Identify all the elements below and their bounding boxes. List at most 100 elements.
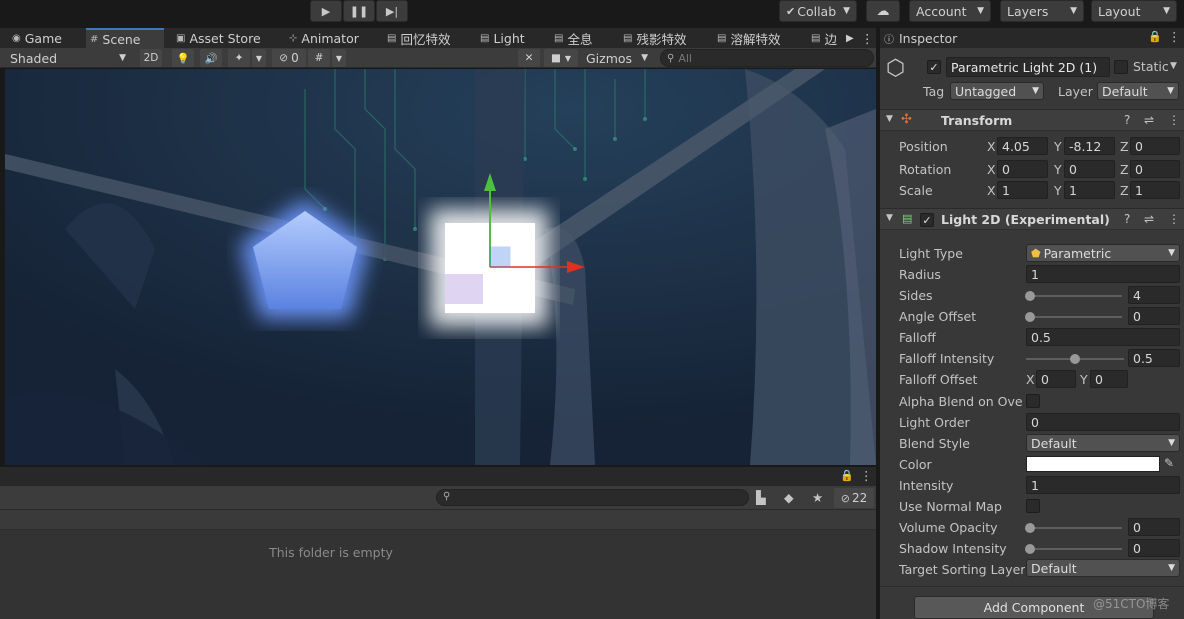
2d-toggle-button[interactable]: 2D [140,49,162,67]
use-normal-map-checkbox[interactable] [1026,499,1040,513]
rotation-y-input[interactable]: 0 [1064,160,1115,178]
caret-down-icon[interactable]: ▼ [1170,61,1177,71]
play-button[interactable]: ▶ [310,0,342,22]
filter-by-label-icon[interactable]: ◆ [784,490,794,505]
volume-opacity-slider-knob[interactable] [1025,523,1035,533]
eyedropper-icon[interactable]: ✎ [1164,456,1174,470]
shading-mode-label: Shaded [10,50,58,66]
shadow-intensity-input[interactable]: 0 [1128,539,1180,557]
grid-toggle-button[interactable]: # [308,49,330,67]
camera-dropdown[interactable]: ■ ▼ [544,49,578,67]
scene-toolbar: Shaded ▼ 2D 💡 🔊 ✦ ▼ ⊘ 0 # ▼ ✕ ■ ▼ Gizmos … [0,48,876,68]
caret-down-icon: ▼ [641,53,648,63]
help-icon[interactable]: ? [1124,113,1130,127]
filter-by-type-icon[interactable]: ▙ [756,490,766,505]
light2d-component-header[interactable]: ▼ ▤ ✓ Light 2D (Experimental) ? ⇌ ⋮ [880,208,1184,230]
falloff-offset-x-input[interactable]: 0 [1036,370,1076,388]
step-button[interactable]: ▶| [376,0,408,22]
angle-offset-slider-knob[interactable] [1025,312,1035,322]
account-label: Account [916,3,967,19]
effects-toggle-button[interactable]: ✦ [228,49,250,67]
angle-offset-slider[interactable] [1030,316,1122,318]
transform-component-header[interactable]: ▼ ✣ Transform ? ⇌ ⋮ [880,109,1184,131]
sides-input[interactable]: 4 [1128,286,1180,304]
light-type-dropdown[interactable]: ⬟ Parametric ▼ [1026,244,1180,262]
shading-mode-dropdown[interactable]: Shaded ▼ [4,49,132,67]
lock-icon[interactable]: 🔒 [840,469,854,482]
help-icon[interactable]: ? [1124,212,1130,226]
scale-y-input[interactable]: 1 [1064,181,1115,199]
kebab-menu-icon[interactable]: ⋮ [1168,212,1180,226]
falloff-input[interactable]: 0.5 [1026,328,1180,346]
rotation-x-input[interactable]: 0 [997,160,1048,178]
angle-offset-input[interactable]: 0 [1128,307,1180,325]
falloff-intensity-input[interactable]: 0.5 [1128,349,1180,367]
position-y-input[interactable]: -8.12 [1064,137,1115,155]
position-x-input[interactable]: 4.05 [997,137,1048,155]
cloud-button[interactable]: ☁ [866,0,900,22]
tab-game[interactable]: ◉ Game [8,28,66,48]
tab-afterimage-effect[interactable]: ▤ 残影特效 [619,28,690,48]
scene-search-input[interactable]: ⚲ All [660,49,874,67]
intensity-input[interactable]: 1 [1026,476,1180,494]
tools-button[interactable]: ✕ [518,49,540,67]
position-z-input[interactable]: 0 [1130,137,1180,155]
static-checkbox[interactable] [1114,60,1128,74]
pause-button[interactable]: ❚❚ [343,0,375,22]
tab-inspector[interactable]: ⓘ Inspector [884,28,957,48]
hidden-packages-toggle[interactable]: ⊘ 22 [834,488,874,508]
rotation-z-input[interactable]: 0 [1130,160,1180,178]
scale-z-input[interactable]: 1 [1130,181,1180,199]
lock-icon[interactable]: 🔒 [1148,30,1162,43]
tab-dissolve-effect[interactable]: ▤ 溶解特效 [713,28,784,48]
scene-view[interactable] [5,69,876,465]
tag-dropdown[interactable]: Untagged ▼ [950,82,1044,100]
sides-slider[interactable] [1030,295,1122,297]
layer-dropdown[interactable]: Default ▼ [1097,82,1179,100]
effects-dropdown[interactable]: ▼ [252,49,266,67]
lighting-toggle-button[interactable]: 💡 [172,49,194,67]
grid-dropdown[interactable]: ▼ [332,49,346,67]
sides-slider-knob[interactable] [1025,291,1035,301]
project-search-input[interactable]: ⚲ [436,489,749,506]
2d-label: 2D [143,52,159,64]
tab-hologram[interactable]: ▤ 全息 [550,28,596,48]
alpha-blend-checkbox[interactable] [1026,394,1040,408]
kebab-menu-icon[interactable]: ⋮ [1168,29,1181,44]
radius-input[interactable]: 1 [1026,265,1180,283]
audio-toggle-button[interactable]: 🔊 [200,49,222,67]
falloff-offset-y-input[interactable]: 0 [1090,370,1128,388]
shadow-intensity-slider-knob[interactable] [1025,544,1035,554]
tab-menu-button[interactable]: ⋮ [857,28,878,48]
color-swatch[interactable] [1026,456,1160,472]
gameobject-name-input[interactable]: Parametric Light 2D (1) [946,57,1110,77]
light2d-enabled-checkbox[interactable]: ✓ [920,213,934,227]
falloff-intensity-slider-knob[interactable] [1070,354,1080,364]
scale-x-input[interactable]: 1 [997,181,1048,199]
layout-dropdown[interactable]: Layout ▼ [1091,0,1177,22]
hidden-objects-toggle[interactable]: ⊘ 0 [272,49,306,67]
volume-opacity-input[interactable]: 0 [1128,518,1180,536]
volume-opacity-slider[interactable] [1030,527,1122,529]
account-dropdown[interactable]: Account ▼ [909,0,991,22]
preset-icon[interactable]: ⇌ [1144,113,1154,127]
gizmos-dropdown[interactable]: Gizmos ▼ [580,49,654,67]
collab-button[interactable]: ✔ Collab ▼ [779,0,857,22]
light-order-input[interactable]: 0 [1026,413,1180,431]
gameobject-active-checkbox[interactable]: ✓ [927,60,941,74]
target-sorting-layer-dropdown[interactable]: Default ▼ [1026,559,1180,577]
favorite-star-icon[interactable]: ★ [812,490,823,505]
layers-dropdown[interactable]: Layers ▼ [1000,0,1084,22]
tab-animator[interactable]: ⊹ Animator [285,28,363,48]
tab-memory-effect[interactable]: ▤ 回忆特效 [383,28,454,48]
kebab-menu-icon[interactable]: ⋮ [1168,113,1180,127]
blend-style-dropdown[interactable]: Default ▼ [1026,434,1180,452]
kebab-menu-icon[interactable]: ⋮ [860,468,873,483]
tab-scene[interactable]: # Scene [86,28,164,48]
tab-edge[interactable]: ▤ 边 [807,28,841,48]
preset-icon[interactable]: ⇌ [1144,212,1154,226]
tab-asset-store[interactable]: ▣ Asset Store [172,28,265,48]
shadow-intensity-slider[interactable] [1030,548,1122,550]
tab-scroll-right[interactable]: ▶ [842,28,858,48]
tab-light[interactable]: ▤ Light [476,28,529,48]
